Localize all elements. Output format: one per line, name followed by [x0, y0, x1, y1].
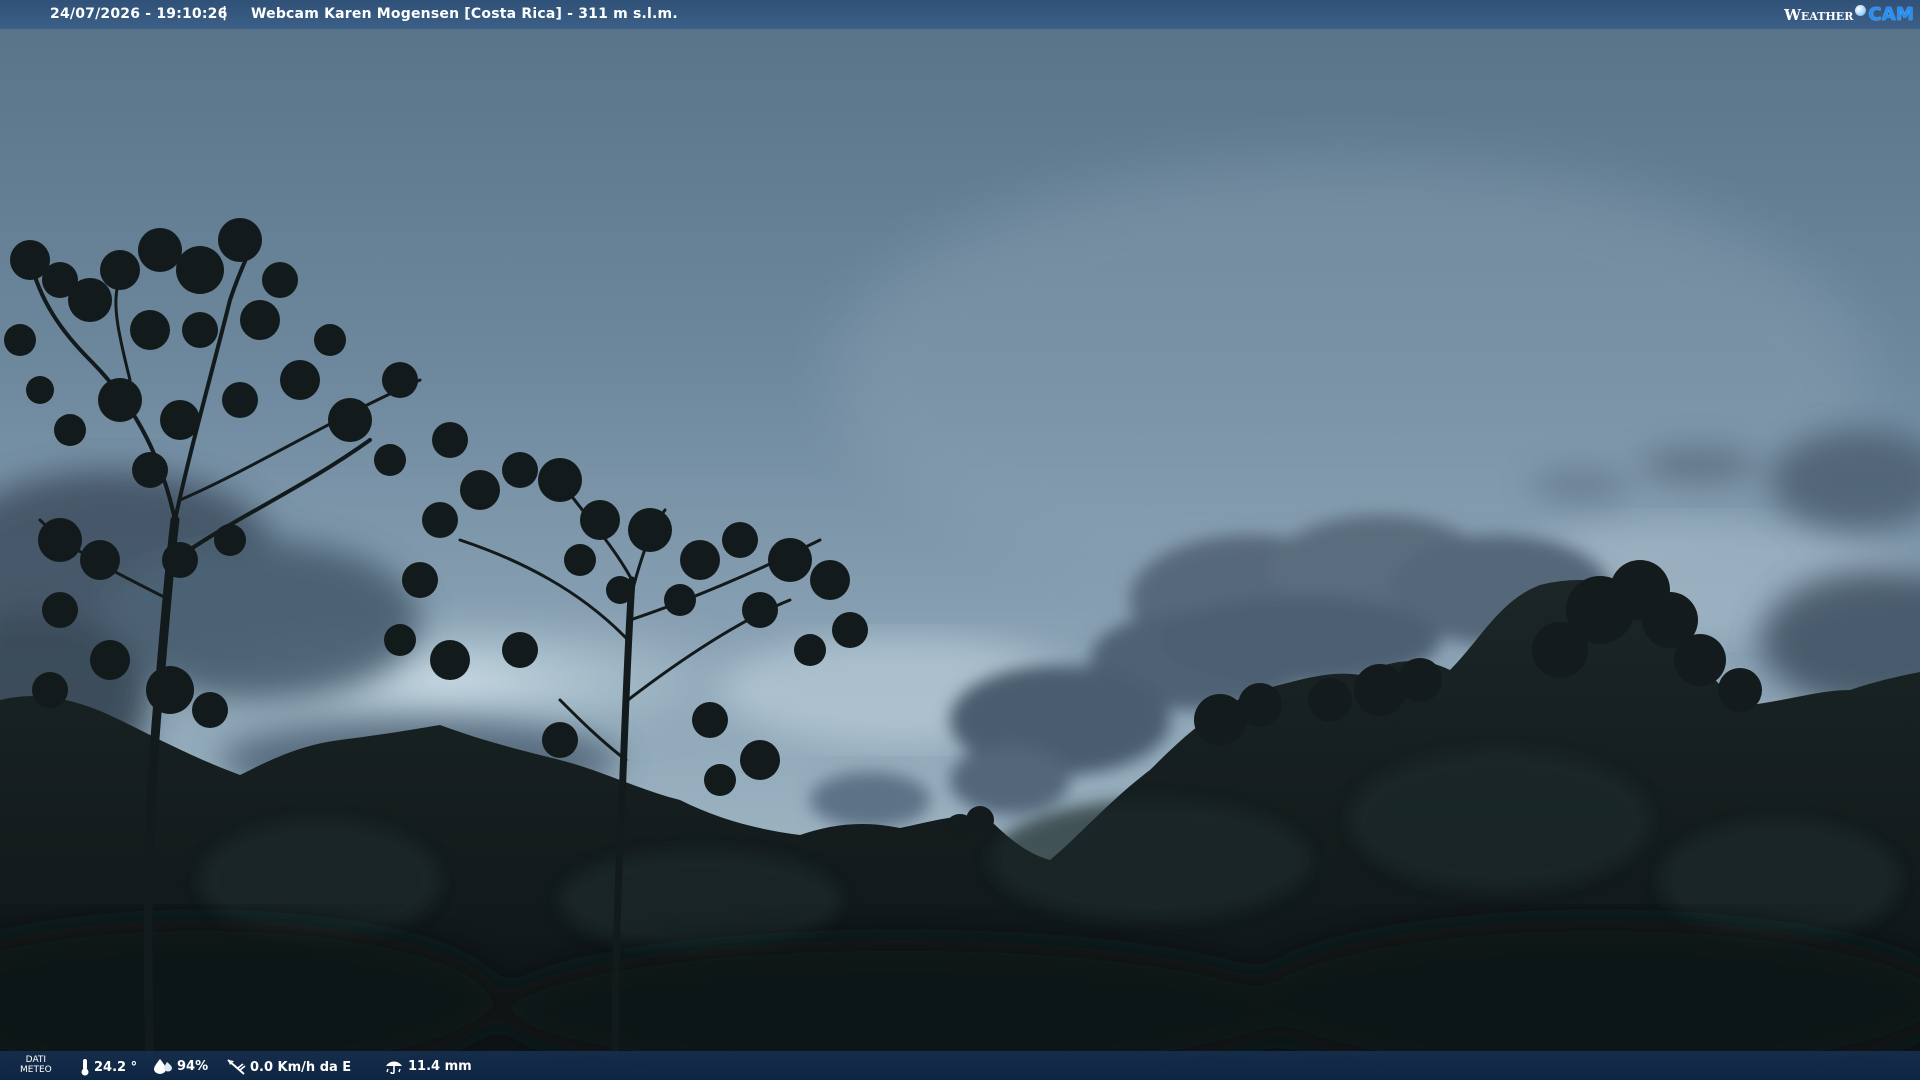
weathercam-logo: Weather CAM: [1784, 0, 1920, 29]
humidity-reading: 94%: [153, 1058, 208, 1074]
humidity-value: 94%: [177, 1058, 209, 1074]
weather-data-label-line2: METEO: [20, 1065, 52, 1075]
logo-cam-text: CAM: [1868, 4, 1914, 25]
rain-value: 11.4 mm: [408, 1058, 472, 1074]
rain-reading: 11.4 mm: [384, 1058, 472, 1074]
webcam-title: Webcam Karen Mogensen [Costa Rica] - 311…: [251, 6, 678, 22]
logo-weather-text: Weather: [1784, 5, 1854, 24]
weather-data-label: DATI METEO: [20, 1055, 52, 1075]
timestamp: 24/07/2026 - 19:10:26: [50, 6, 228, 22]
wind-value: 0.0 Km/h da E: [250, 1059, 352, 1075]
wind-vane-icon: [227, 1059, 246, 1075]
weather-data-bar: DATI METEO 24.2 ° 94% 0.0 Km/h da E 11.4…: [0, 1051, 1920, 1080]
webcam-frame: 24/07/2026 - 19:10:26 | Webcam Karen Mog…: [0, 0, 1920, 1080]
weather-data-label-line1: DATI: [25, 1055, 47, 1065]
logo-globe-icon: [1855, 5, 1867, 16]
humidity-drop-icon: [154, 1059, 172, 1074]
temperature-reading: 24.2 °: [80, 1058, 137, 1076]
title-separator: |: [222, 5, 228, 21]
webcam-scene-image: [0, 0, 1920, 1080]
temperature-value: 24.2 °: [94, 1059, 138, 1075]
wind-reading: 0.0 Km/h da E: [226, 1058, 351, 1076]
rain-gauge-icon: [386, 1061, 402, 1074]
thermometer-icon: [81, 1059, 89, 1076]
top-info-bar: 24/07/2026 - 19:10:26 | Webcam Karen Mog…: [0, 0, 1920, 29]
